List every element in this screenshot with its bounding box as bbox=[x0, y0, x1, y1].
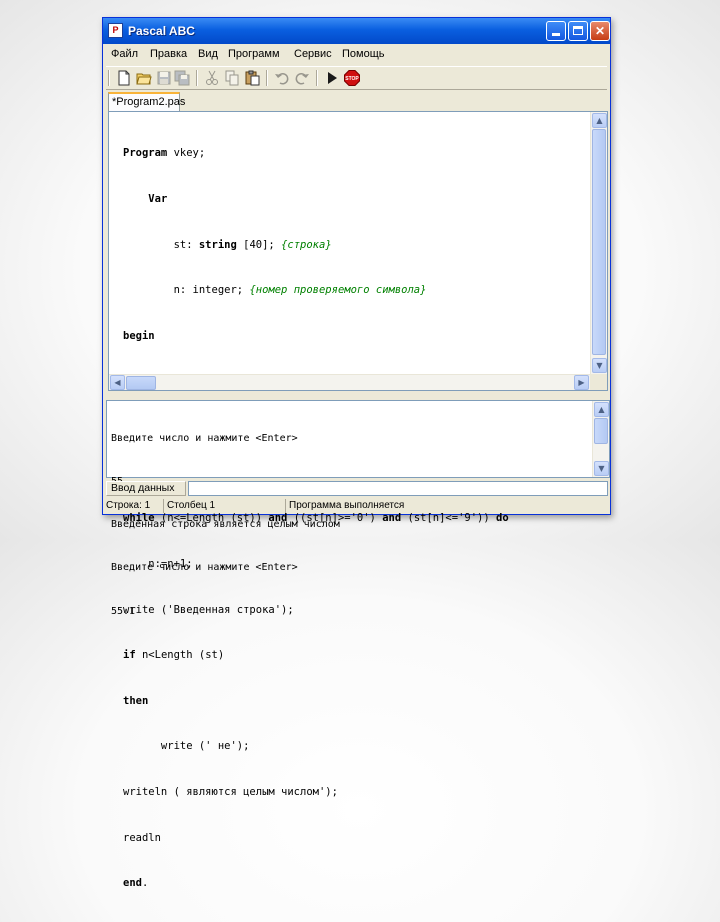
scroll-left-icon[interactable]: ◀ bbox=[110, 375, 125, 390]
redo-icon[interactable] bbox=[294, 70, 310, 86]
status-message: Программа выполняется bbox=[285, 499, 605, 513]
code-line: then bbox=[123, 694, 149, 707]
editor-horizontal-scrollbar[interactable]: ◀ ▶ bbox=[109, 374, 590, 390]
maximize-icon bbox=[573, 26, 583, 35]
scroll-down-icon[interactable]: ▼ bbox=[592, 358, 607, 373]
editor-vertical-scrollbar[interactable]: ▲ ▼ bbox=[590, 112, 607, 374]
maximize-button[interactable] bbox=[568, 21, 588, 41]
scrollbar-corner bbox=[590, 374, 607, 390]
status-bar: Строка: 1 Столбец 1 Программа выполняетс… bbox=[103, 498, 610, 514]
output-panel[interactable]: Введите число и нажмите <Enter> 55 Введе… bbox=[106, 400, 610, 617]
close-icon: ✕ bbox=[594, 24, 606, 38]
minimize-icon bbox=[552, 33, 560, 36]
pascal-window: P Pascal ABC ✕ Файл Правка Вид Программ … bbox=[102, 17, 611, 889]
output-vertical-scrollbar[interactable]: ▲ ▼ bbox=[592, 401, 609, 477]
scroll-up-icon[interactable]: ▲ bbox=[594, 402, 609, 417]
save-all-icon[interactable] bbox=[174, 70, 190, 86]
cut-icon[interactable] bbox=[204, 70, 220, 86]
output-line: Введите число и нажмите <Enter> bbox=[111, 562, 298, 574]
editor-vscroll-thumb[interactable] bbox=[592, 129, 606, 355]
save-icon[interactable] bbox=[156, 70, 172, 86]
code-line: n: integer; {номер проверяемого символа} bbox=[123, 284, 427, 297]
window-title: Pascal ABC bbox=[128, 24, 195, 38]
menu-help[interactable]: Помощь bbox=[342, 48, 385, 60]
editor-gutter bbox=[109, 112, 123, 374]
stop-label: STOP bbox=[345, 76, 359, 82]
code-editor[interactable]: Program vkey; Var st: string [40]; {стро… bbox=[108, 111, 608, 889]
close-button[interactable]: ✕ bbox=[590, 21, 610, 41]
tab-program2[interactable]: *Program2.pas bbox=[108, 92, 185, 111]
toolbar-separator bbox=[196, 70, 198, 86]
toolbar: STOP bbox=[106, 66, 607, 90]
code-line: readln bbox=[123, 831, 161, 844]
toolbar-grip bbox=[108, 70, 110, 86]
open-folder-icon[interactable] bbox=[136, 70, 152, 86]
menu-program[interactable]: Программ bbox=[228, 48, 280, 60]
scroll-right-icon[interactable]: ▶ bbox=[574, 375, 589, 390]
toolbar-separator bbox=[316, 70, 318, 86]
title-bar[interactable]: P Pascal ABC ✕ bbox=[103, 18, 610, 44]
code-line: end. bbox=[123, 877, 149, 890]
output-vscroll-thumb[interactable] bbox=[594, 418, 608, 444]
new-file-icon[interactable] bbox=[116, 70, 132, 86]
menu-service[interactable]: Сервис bbox=[294, 48, 332, 60]
code-line: if n<Length (st) bbox=[123, 649, 225, 662]
scroll-down-icon[interactable]: ▼ bbox=[594, 461, 609, 476]
stop-icon[interactable]: STOP bbox=[344, 70, 360, 86]
status-line: Строка: 1 bbox=[106, 500, 151, 511]
code-line: write (' не'); bbox=[123, 740, 250, 753]
output-text: Введите число и нажмите <Enter> 55 Введе… bbox=[111, 403, 589, 648]
editor-hscroll-thumb[interactable] bbox=[126, 376, 156, 390]
toolbar-separator bbox=[266, 70, 268, 86]
input-data-label: Ввод данных bbox=[106, 481, 186, 496]
output-line: Введенная строка является целым числом bbox=[111, 519, 340, 531]
pascal-app-icon: P bbox=[108, 23, 123, 38]
status-column: Столбец 1 bbox=[163, 499, 283, 513]
menu-edit[interactable]: Правка bbox=[150, 48, 187, 60]
menu-view[interactable]: Вид bbox=[198, 48, 218, 60]
scroll-up-icon[interactable]: ▲ bbox=[592, 113, 607, 128]
code-line: Var bbox=[148, 193, 168, 206]
menu-bar: Файл Правка Вид Программ Сервис Помощь bbox=[103, 44, 610, 64]
copy-icon[interactable] bbox=[224, 70, 240, 86]
output-line: Введите число и нажмите <Enter> bbox=[111, 432, 298, 444]
undo-icon[interactable] bbox=[274, 70, 290, 86]
minimize-button[interactable] bbox=[546, 21, 566, 41]
paste-icon[interactable] bbox=[244, 70, 260, 86]
code-line: begin bbox=[123, 329, 155, 342]
output-line: 55.1 bbox=[111, 605, 136, 617]
run-icon[interactable] bbox=[324, 70, 340, 86]
input-data-field[interactable] bbox=[188, 481, 608, 496]
code-line: Program vkey; bbox=[123, 147, 206, 160]
code-line: writeln ( являются целым числом'); bbox=[123, 785, 338, 798]
menu-file[interactable]: Файл bbox=[111, 48, 138, 60]
input-row: Ввод данных bbox=[106, 481, 610, 497]
code-line: st: string [40]; {строка} bbox=[123, 238, 332, 251]
